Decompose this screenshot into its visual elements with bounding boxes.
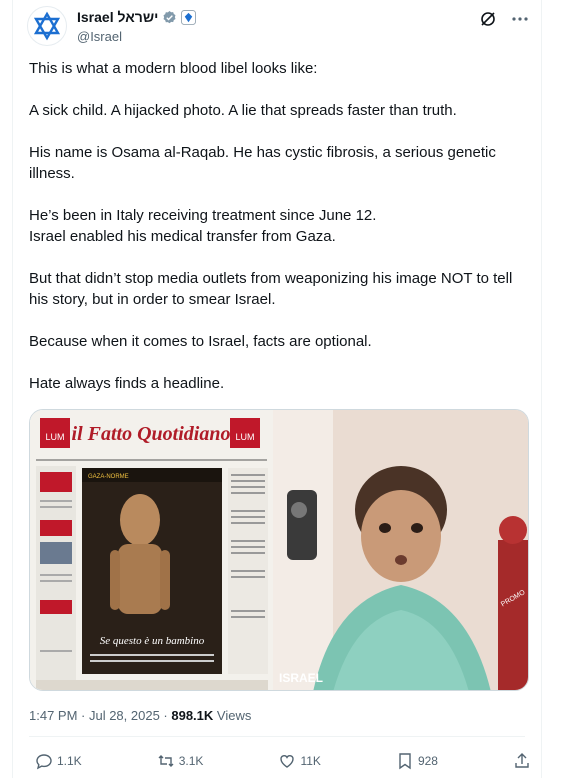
- tweet-paragraph: Israel enabled his medical transfer from…: [29, 228, 336, 245]
- views-label: Views: [213, 708, 252, 723]
- timestamp[interactable]: 1:47 PM · Jul 28, 2025 ·: [29, 708, 171, 723]
- tweet-paragraph: A sick child. A hijacked photo. A lie th…: [29, 102, 457, 119]
- newspaper-photo[interactable]: LUM LUM il Fatto Quotidiano GAZA-NORME S…: [30, 410, 273, 690]
- like-button[interactable]: 11K: [278, 752, 321, 770]
- newspaper-masthead: il Fatto Quotidiano: [72, 423, 231, 445]
- tweet-text: This is what a modern blood libel looks …: [29, 58, 529, 394]
- newspaper-headline: Se questo è un bambino: [100, 635, 205, 647]
- retweet-count: 3.1K: [178, 754, 204, 768]
- handle[interactable]: @Israel: [77, 29, 196, 44]
- photo-watermark: ISRAEL: [279, 671, 323, 685]
- share-icon: [515, 753, 529, 768]
- star-of-david-icon: [33, 11, 61, 41]
- share-button[interactable]: [513, 752, 531, 770]
- tweet-paragraph: But that didn’t stop media outlets from …: [29, 270, 513, 308]
- like-count: 11K: [300, 754, 321, 768]
- action-bar: 1.1K 3.1K 11K 928: [35, 752, 531, 770]
- tweet-header: Israel ישראל @Israel: [27, 6, 529, 46]
- child-photo[interactable]: PROMO ISRAEL: [273, 410, 528, 690]
- tweet-media[interactable]: LUM LUM il Fatto Quotidiano GAZA-NORME S…: [29, 409, 529, 691]
- reply-count: 1.1K: [57, 754, 82, 768]
- author-names: Israel ישראל @Israel: [77, 8, 197, 44]
- bookmark-count: 928: [417, 754, 438, 768]
- reply-button[interactable]: 1.1K: [35, 752, 82, 770]
- header-actions: [479, 10, 529, 28]
- tweet-paragraph: His name is Osama al-Raqab. He has cysti…: [29, 144, 496, 182]
- avatar[interactable]: [27, 6, 67, 46]
- tweet-meta: 1:47 PM · Jul 28, 2025 · 898.1K Views: [29, 708, 251, 723]
- divider: [29, 736, 525, 737]
- reply-icon: [36, 754, 52, 770]
- more-icon[interactable]: [511, 10, 529, 28]
- newspaper-side-label: LUM: [235, 432, 254, 442]
- tweet-paragraph: Because when it comes to Israel, facts a…: [29, 333, 372, 350]
- tweet-paragraph: Hate always finds a headline.: [29, 375, 225, 392]
- bookmark-icon: [399, 753, 411, 770]
- tweet-paragraph: This is what a modern blood libel looks …: [29, 60, 318, 77]
- display-name[interactable]: Israel ישראל: [77, 9, 158, 25]
- heart-icon: [280, 755, 295, 768]
- views-count: 898.1K: [171, 708, 214, 723]
- retweet-button[interactable]: 3.1K: [157, 752, 204, 770]
- government-affiliation-icon[interactable]: [181, 9, 197, 25]
- newspaper-banner: GAZA-NORME: [88, 474, 129, 480]
- newspaper-side-label: LUM: [45, 432, 64, 442]
- verified-badge-icon[interactable]: [162, 10, 177, 25]
- bookmark-button[interactable]: 928: [396, 752, 438, 770]
- grok-icon[interactable]: [479, 10, 497, 28]
- tweet-card: Israel ישראל @Israel This is what a mode…: [12, 0, 542, 778]
- tweet-paragraph: He’s been in Italy receiving treatment s…: [29, 207, 377, 224]
- retweet-icon: [158, 755, 174, 767]
